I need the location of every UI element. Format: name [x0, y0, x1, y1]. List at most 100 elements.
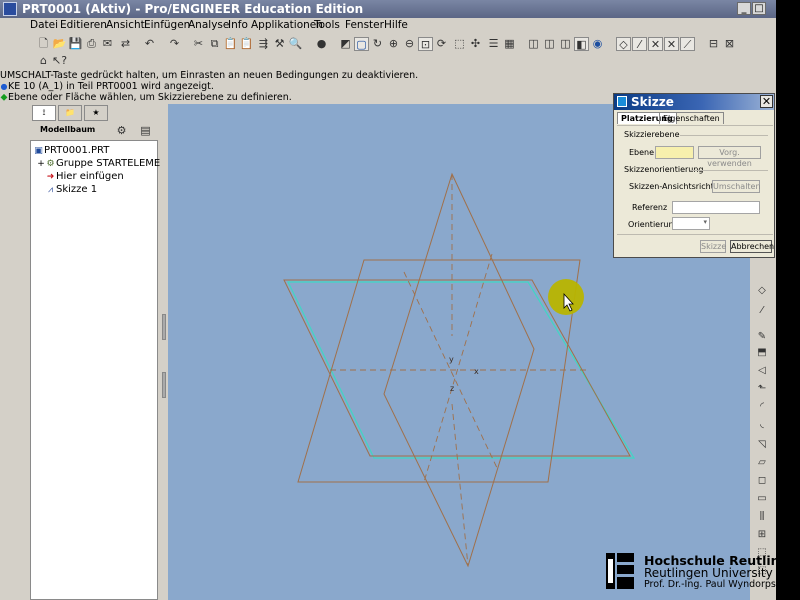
menu-einfuegen[interactable]: Einfügen — [144, 19, 190, 31]
find-icon[interactable]: 🔍 — [288, 37, 303, 51]
reference-field[interactable] — [672, 201, 760, 214]
print-icon[interactable]: ⎙ — [84, 37, 99, 51]
tree-item-group[interactable]: + ⚙Gruppe STARTELEMENT — [37, 158, 174, 169]
close-window-icon[interactable]: ⊠ — [722, 37, 737, 51]
round-tool-icon[interactable]: ◟ — [755, 418, 769, 432]
home-icon[interactable]: ⌂ — [36, 54, 51, 68]
orientation-icon[interactable]: ⬚ — [452, 37, 467, 51]
sweep-tool-icon[interactable]: ⬑ — [755, 382, 769, 396]
mirror-tool-icon[interactable]: ⫼ — [755, 510, 769, 524]
cut-icon[interactable]: ✂ — [191, 37, 206, 51]
close-icon[interactable]: ✕ — [760, 95, 773, 108]
menu-info[interactable]: Info — [228, 19, 248, 31]
undo-icon[interactable]: ↶ — [142, 37, 157, 51]
window-titlebar[interactable]: PRT0001 (Aktiv) - Pro/ENGINEER Education… — [0, 0, 776, 18]
rib-tool-icon[interactable]: ▭ — [755, 492, 769, 506]
zoom-in-icon[interactable]: ⊕ — [386, 37, 401, 51]
open-file-icon[interactable]: 📂 — [52, 37, 67, 51]
splitter-grip[interactable] — [162, 314, 166, 340]
paste-special-icon[interactable]: 📋 — [239, 37, 254, 51]
menu-applikationen[interactable]: Applikationen — [251, 19, 323, 31]
paste-icon[interactable]: 📋 — [223, 37, 238, 51]
tab-favorites[interactable]: ★ — [84, 105, 108, 121]
tab-properties[interactable]: Eigenschaften — [659, 112, 724, 124]
draft-tool-icon[interactable]: ▱ — [755, 456, 769, 470]
redo-icon[interactable]: ↷ — [167, 37, 182, 51]
menu-fenster[interactable]: Fenster — [345, 19, 384, 31]
tab-folder-browser[interactable]: 📁 — [58, 105, 82, 121]
hidden-line-icon[interactable]: ◫ — [542, 37, 557, 51]
datum-plane-tool-icon[interactable]: ◇ — [755, 284, 769, 298]
fit-view-icon[interactable]: ⊡ — [418, 37, 433, 51]
tab-model-tree[interactable]: ⟟ — [32, 105, 56, 121]
model-tree-toolbar: Modellbaum ⚙ ▤ — [26, 122, 160, 140]
refit-icon[interactable]: ▢ — [354, 37, 369, 51]
extrude-tool-icon[interactable]: ⬒ — [755, 346, 769, 360]
axis-label-y: y — [449, 355, 454, 364]
revolve-tool-icon[interactable]: ◁ — [755, 364, 769, 378]
display-style-icon[interactable]: ● — [314, 37, 329, 51]
datum-points-icon[interactable]: ✕ — [648, 37, 663, 51]
datum-axis-tool-icon[interactable]: ⁄ — [755, 304, 769, 318]
shading-icon[interactable]: ◧ — [574, 37, 589, 51]
dialog-title: Skizze — [631, 95, 674, 109]
panel-splitter[interactable] — [160, 104, 168, 600]
regenerate-icon[interactable]: ⇶ — [256, 37, 271, 51]
send-mail-icon[interactable]: ✉ — [100, 37, 115, 51]
insert-arrow-icon: ➜ — [46, 172, 55, 182]
copy-icon[interactable]: ⧉ — [207, 37, 222, 51]
app-icon — [3, 2, 17, 16]
edit-definition-icon[interactable]: ⚒ — [272, 37, 287, 51]
menu-hilfe[interactable]: Hilfe — [384, 19, 408, 31]
reorient-icon[interactable]: ⟳ — [434, 37, 449, 51]
datum-axes-icon[interactable]: ⁄ — [632, 37, 647, 51]
orientation-select[interactable]: ▾ — [672, 217, 710, 230]
enhanced-realism-icon[interactable]: ◉ — [590, 37, 605, 51]
wireframe-icon[interactable]: ◫ — [526, 37, 541, 51]
layers-icon[interactable]: ☰ — [486, 37, 501, 51]
cancel-button[interactable]: Abbrechen — [730, 240, 774, 253]
coordinate-systems-icon[interactable]: ✕ — [664, 37, 679, 51]
tree-item-part[interactable]: ▣PRT0001.PRT — [33, 145, 109, 156]
axis-label-x: x — [474, 367, 479, 376]
dialog-titlebar[interactable]: Skizze ✕ — [614, 94, 774, 110]
flip-button[interactable]: Umschalten — [712, 180, 761, 193]
menu-ansicht[interactable]: Ansicht — [106, 19, 145, 31]
repaint-icon[interactable]: ↻ — [370, 37, 385, 51]
tree-item-sketch[interactable]: ⩘ Skizze 1 — [45, 184, 97, 195]
menu-datei[interactable]: Datei — [30, 19, 58, 31]
tree-settings-icon[interactable]: ⚙ — [114, 124, 129, 138]
hole-tool-icon[interactable]: ◜ — [755, 400, 769, 414]
save-icon[interactable]: 💾 — [68, 37, 83, 51]
window-icon[interactable]: ⊟ — [706, 37, 721, 51]
use-previous-button[interactable]: Vorg. verwenden — [698, 146, 761, 168]
minimize-button[interactable]: _ — [737, 2, 751, 15]
send-icon[interactable]: ⇄ — [118, 37, 133, 51]
shell-tool-icon[interactable]: ◻ — [755, 474, 769, 488]
no-hidden-icon[interactable]: ◫ — [558, 37, 573, 51]
part-icon: ▣ — [34, 146, 43, 156]
view-manager-icon[interactable]: ▦ — [502, 37, 517, 51]
tree-show-icon[interactable]: ▤ — [138, 124, 153, 138]
saved-views-icon[interactable]: ◩ — [338, 37, 353, 51]
top-plane[interactable] — [297, 259, 581, 483]
menu-tools[interactable]: Tools — [314, 19, 340, 31]
pattern-tool-icon[interactable]: ⊞ — [755, 528, 769, 542]
plane-field[interactable] — [655, 146, 694, 159]
context-help-icon[interactable]: ↖? — [52, 54, 67, 68]
spin-center-icon[interactable]: ✣ — [468, 37, 483, 51]
chamfer-tool-icon[interactable]: ◹ — [755, 438, 769, 452]
splitter-grip[interactable] — [162, 372, 166, 398]
sketch-button[interactable]: Skizze — [700, 240, 726, 253]
zoom-out-icon[interactable]: ⊖ — [402, 37, 417, 51]
menu-editieren[interactable]: Editieren — [60, 19, 107, 31]
expand-icon[interactable]: + — [37, 159, 45, 169]
window-title: PRT0001 (Aktiv) - Pro/ENGINEER Education… — [22, 2, 364, 16]
maximize-button[interactable]: □ — [752, 2, 766, 15]
sketch-tool-icon[interactable]: ✎ — [755, 330, 769, 344]
annotation-icon[interactable]: ⟋ — [680, 37, 695, 51]
tree-item-insert-here[interactable]: ➜ Hier einfügen — [45, 171, 124, 182]
menu-analyse[interactable]: Analyse — [188, 19, 229, 31]
new-file-icon[interactable]: 🗋 — [36, 37, 51, 51]
datum-planes-icon[interactable]: ◇ — [616, 37, 631, 51]
